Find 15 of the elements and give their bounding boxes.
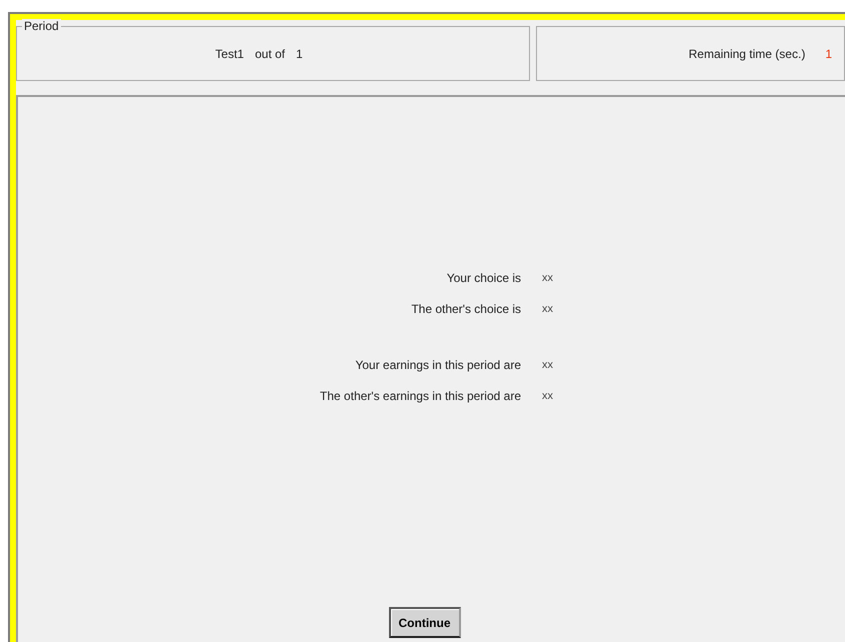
result-label: The other's earnings in this period are [318,388,521,405]
result-label: Your earnings in this period are [354,357,521,374]
result-value: xx [542,388,554,404]
result-label: The other's choice is [410,301,521,318]
period-total: 1 [296,46,303,62]
result-value: xx [542,358,554,373]
panel-legend: Period [22,19,61,33]
timer-value: 1 [825,46,832,62]
period-name: Test1 [215,46,244,62]
continue-button[interactable]: Continue [388,607,460,638]
timer-label: Remaining time (sec.) [688,46,806,62]
result-label: Your choice is [446,270,521,287]
out-of-label: out of [254,46,286,62]
result-value: xx [542,302,554,317]
result-value: xx [542,270,554,286]
